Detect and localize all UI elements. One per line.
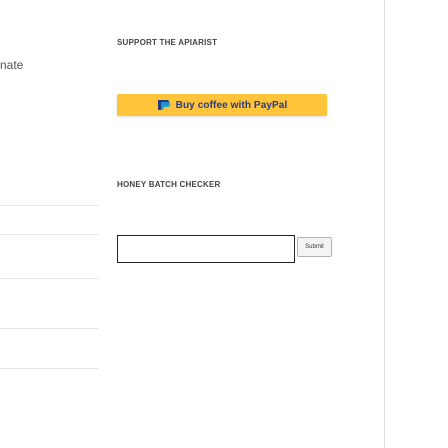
divider — [0, 368, 98, 369]
support-heading: SUPPORT THE APIARIST — [117, 38, 218, 47]
right-column-border — [384, 0, 385, 448]
paypal-button-label: Buy coffee with PayPal — [175, 99, 288, 111]
batch-number-input[interactable] — [117, 235, 295, 263]
divider — [0, 234, 98, 235]
honey-checker-heading: HONEY BATCH CHECKER — [117, 180, 221, 189]
left-column: nate — [0, 0, 98, 448]
divider — [0, 328, 98, 329]
divider — [0, 205, 98, 206]
paypal-button[interactable]: Buy coffee with PayPal — [117, 94, 327, 116]
paypal-icon — [157, 99, 171, 111]
divider — [0, 278, 98, 279]
sidebar-partial-text: nate — [0, 58, 24, 72]
submit-button[interactable]: Submit — [297, 237, 332, 257]
